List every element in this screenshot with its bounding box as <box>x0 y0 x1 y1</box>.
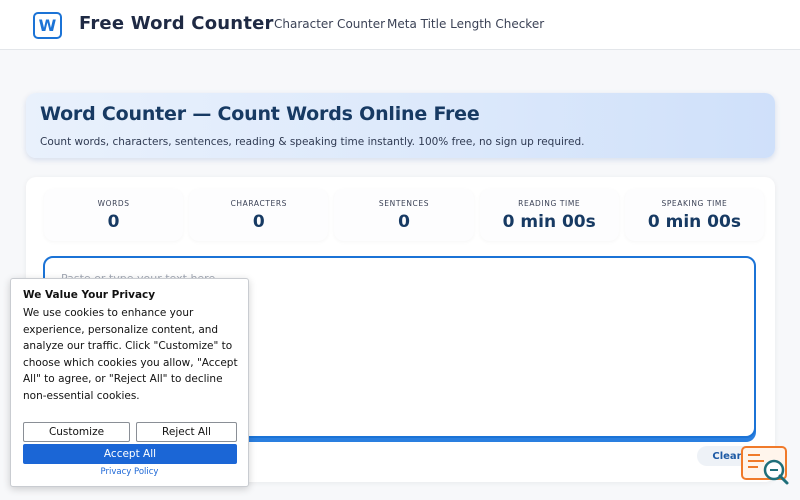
cookie-title: We Value Your Privacy <box>23 289 156 301</box>
cookie-message: We use cookies to enhance your experienc… <box>23 307 238 402</box>
stat-value: 0 min 00s <box>502 211 596 232</box>
nav-meta-title-checker[interactable]: Meta Title Length Checker <box>387 17 544 31</box>
stat-characters: CHARACTERS 0 <box>189 189 329 241</box>
stat-label: WORDS <box>97 198 130 208</box>
stat-value: 0 <box>252 211 265 232</box>
stat-speaking-time: SPEAKING TIME 0 min 00s <box>624 189 765 241</box>
stat-label: CHARACTERS <box>230 198 288 208</box>
stat-value: 0 min 00s <box>647 211 741 232</box>
page-title: Word Counter — Count Words Online Free <box>40 103 480 125</box>
stat-label: SENTENCES <box>378 198 430 208</box>
customize-button[interactable]: Customize <box>23 422 130 442</box>
stat-label: SPEAKING TIME <box>661 198 728 208</box>
nav-character-counter[interactable]: Character Counter <box>274 17 385 31</box>
logo-icon[interactable]: W <box>33 12 62 39</box>
cookie-consent-dialog: We Value Your Privacy We use cookies to … <box>10 278 249 487</box>
stat-value: 0 <box>107 211 120 232</box>
search-widget-icon[interactable] <box>740 445 792 487</box>
site-brand[interactable]: Free Word Counter <box>79 13 274 34</box>
hero-banner: Word Counter — Count Words Online Free C… <box>26 93 775 158</box>
logo-letter: W <box>38 15 57 35</box>
search-document-icon <box>741 446 789 485</box>
reject-all-button[interactable]: Reject All <box>136 422 237 442</box>
stats-row: WORDS 0 CHARACTERS 0 SENTENCES 0 READING… <box>44 189 765 241</box>
site-header: W Free Word Counter Character Counter Me… <box>0 0 800 50</box>
stat-reading-time: READING TIME 0 min 00s <box>479 189 619 241</box>
stat-sentences: SENTENCES 0 <box>334 189 474 241</box>
accept-all-button[interactable]: Accept All <box>23 444 237 464</box>
stat-value: 0 <box>398 211 410 232</box>
page-subtitle: Count words, characters, sentences, read… <box>40 136 585 148</box>
stat-words: WORDS 0 <box>44 189 184 241</box>
privacy-policy-link[interactable]: Privacy Policy <box>11 467 248 477</box>
stat-label: READING TIME <box>518 198 581 208</box>
